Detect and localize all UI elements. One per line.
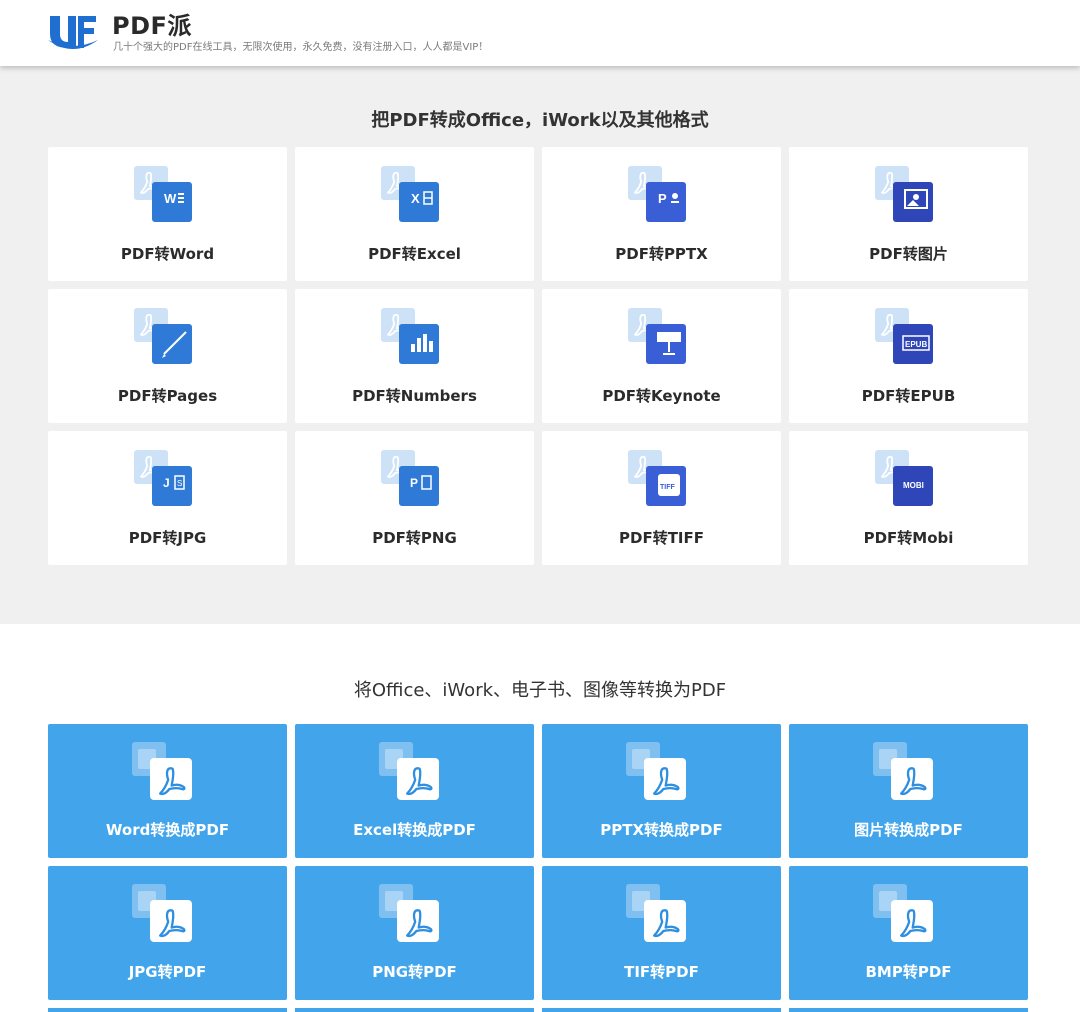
tool-card[interactable]: W PDF转Word: [48, 147, 287, 281]
partial-card[interactable]: [48, 1008, 287, 1012]
pdf-to-other-section: 把PDF转成Office，iWork以及其他格式 W PDF转Word X PDF转E…: [0, 66, 1080, 624]
svg-text:W: W: [164, 191, 177, 206]
mobi-book-icon: MOBI: [875, 450, 935, 508]
tool-card[interactable]: J S PDF转JPG: [48, 431, 287, 565]
tool-card-label: PDF转Numbers: [352, 387, 477, 405]
tool-card-label: Excel转换成PDF: [353, 821, 476, 839]
partial-card-row: [48, 1008, 1030, 1012]
tool-card-label: PDF转Mobi: [863, 529, 954, 547]
svg-text:P: P: [410, 476, 418, 490]
tool-card-label: PPTX转换成PDF: [600, 821, 723, 839]
brand-title[interactable]: PDF派: [112, 6, 192, 41]
word-to-pdf-icon: [132, 742, 192, 800]
tool-card[interactable]: PPTX转换成PDF: [542, 724, 781, 858]
tool-card[interactable]: P PDF转PPTX: [542, 147, 781, 281]
tool-card-label: PDF转PPTX: [615, 245, 708, 263]
svg-text:TIFF: TIFF: [660, 484, 675, 491]
jpg-to-pdf-icon: [132, 884, 192, 942]
tif-to-pdf-icon: [626, 884, 686, 942]
png-to-pdf-icon: [379, 884, 439, 942]
tool-card-label: PDF转Pages: [117, 387, 218, 405]
svg-text:S: S: [177, 479, 182, 488]
pptx-to-pdf-icon: [626, 742, 686, 800]
other-to-pdf-grid: Word转换成PDF Excel转换成PDF PPTX转换成PDF 图片转换成PDF J…: [48, 724, 1030, 1000]
tool-card-label: PNG转PDF: [372, 963, 457, 981]
tool-card[interactable]: JPG转PDF: [48, 866, 287, 1000]
tool-card-label: PDF转EPUB: [861, 387, 956, 405]
section-heading: 把PDF转成Office，iWork以及其他格式: [371, 110, 709, 131]
pages-pen-icon: [134, 308, 194, 366]
image-doc-icon: [875, 166, 935, 224]
tool-card[interactable]: PDF转Keynote: [542, 289, 781, 423]
tool-card-label: PDF转Keynote: [602, 387, 721, 405]
tool-card-label: 图片转换成PDF: [854, 821, 963, 839]
excel-doc-icon: X: [381, 166, 441, 224]
tool-card[interactable]: PDF转图片: [789, 147, 1028, 281]
partial-card[interactable]: [542, 1008, 781, 1012]
numbers-chart-icon: [381, 308, 441, 366]
partial-card[interactable]: [789, 1008, 1028, 1012]
tool-card-label: PDF转TIFF: [619, 529, 704, 547]
word-doc-icon: W: [134, 166, 194, 224]
tool-card[interactable]: X PDF转Excel: [295, 147, 534, 281]
tool-card[interactable]: Word转换成PDF: [48, 724, 287, 858]
tool-card[interactable]: EPUB PDF转EPUB: [789, 289, 1028, 423]
tool-card[interactable]: Excel转换成PDF: [295, 724, 534, 858]
tiff-doc-icon: TIFF: [628, 450, 688, 508]
pdf-to-other-grid: W PDF转Word X PDF转Excel P PDF转PPTX PDF转图片 PDF转Pa…: [48, 147, 1030, 565]
partial-card[interactable]: [295, 1008, 534, 1012]
tool-card-label: PDF转Word: [120, 245, 215, 263]
tool-card[interactable]: PDF转Numbers: [295, 289, 534, 423]
keynote-podium-icon: [628, 308, 688, 366]
tool-card[interactable]: TIF转PDF: [542, 866, 781, 1000]
other-to-pdf-section: 将Office、iWork、电子书、图像等转换为PDF Word转换成PDF Ex…: [0, 624, 1080, 1012]
site-header: PDF派 几十个强大的PDF在线工具，无限次使用，永久免费，没有注册入口，人人都…: [0, 0, 1080, 66]
pptx-doc-icon: P: [628, 166, 688, 224]
svg-text:MOBI: MOBI: [903, 481, 924, 490]
epub-book-icon: EPUB: [875, 308, 935, 366]
tool-card-label: PDF转Excel: [368, 245, 461, 263]
tool-card[interactable]: PNG转PDF: [295, 866, 534, 1000]
tool-card-label: JPG转PDF: [128, 963, 207, 981]
svg-text:EPUB: EPUB: [905, 340, 927, 349]
section-heading: 将Office、iWork、电子书、图像等转换为PDF: [353, 680, 727, 701]
tool-card[interactable]: TIFF PDF转TIFF: [542, 431, 781, 565]
tool-card[interactable]: BMP转PDF: [789, 866, 1028, 1000]
tool-card[interactable]: PDF转Pages: [48, 289, 287, 423]
tool-card-label: TIF转PDF: [624, 963, 699, 981]
tool-card-label: BMP转PDF: [865, 963, 952, 981]
excel-to-pdf-icon: [379, 742, 439, 800]
tool-card-label: Word转换成PDF: [105, 821, 230, 839]
svg-text:P: P: [658, 191, 667, 206]
tool-card[interactable]: MOBI PDF转Mobi: [789, 431, 1028, 565]
tool-card-label: PDF转JPG: [128, 529, 207, 547]
tool-card-label: PDF转图片: [869, 245, 948, 263]
tool-card[interactable]: 图片转换成PDF: [789, 724, 1028, 858]
tool-card[interactable]: P PDF转PNG: [295, 431, 534, 565]
pdfpai-logo-icon[interactable]: [46, 10, 100, 54]
svg-text:X: X: [411, 191, 420, 206]
tool-card-label: PDF转PNG: [372, 529, 457, 547]
brand-tagline: 几十个强大的PDF在线工具，无限次使用，永久免费，没有注册入口，人人都是VIP！: [113, 42, 489, 53]
jpg-doc-icon: JS: [134, 450, 194, 508]
png-doc-icon: P: [381, 450, 441, 508]
bmp-to-pdf-icon: [873, 884, 933, 942]
image-to-pdf-icon: [873, 742, 933, 800]
svg-text:J: J: [163, 476, 170, 490]
